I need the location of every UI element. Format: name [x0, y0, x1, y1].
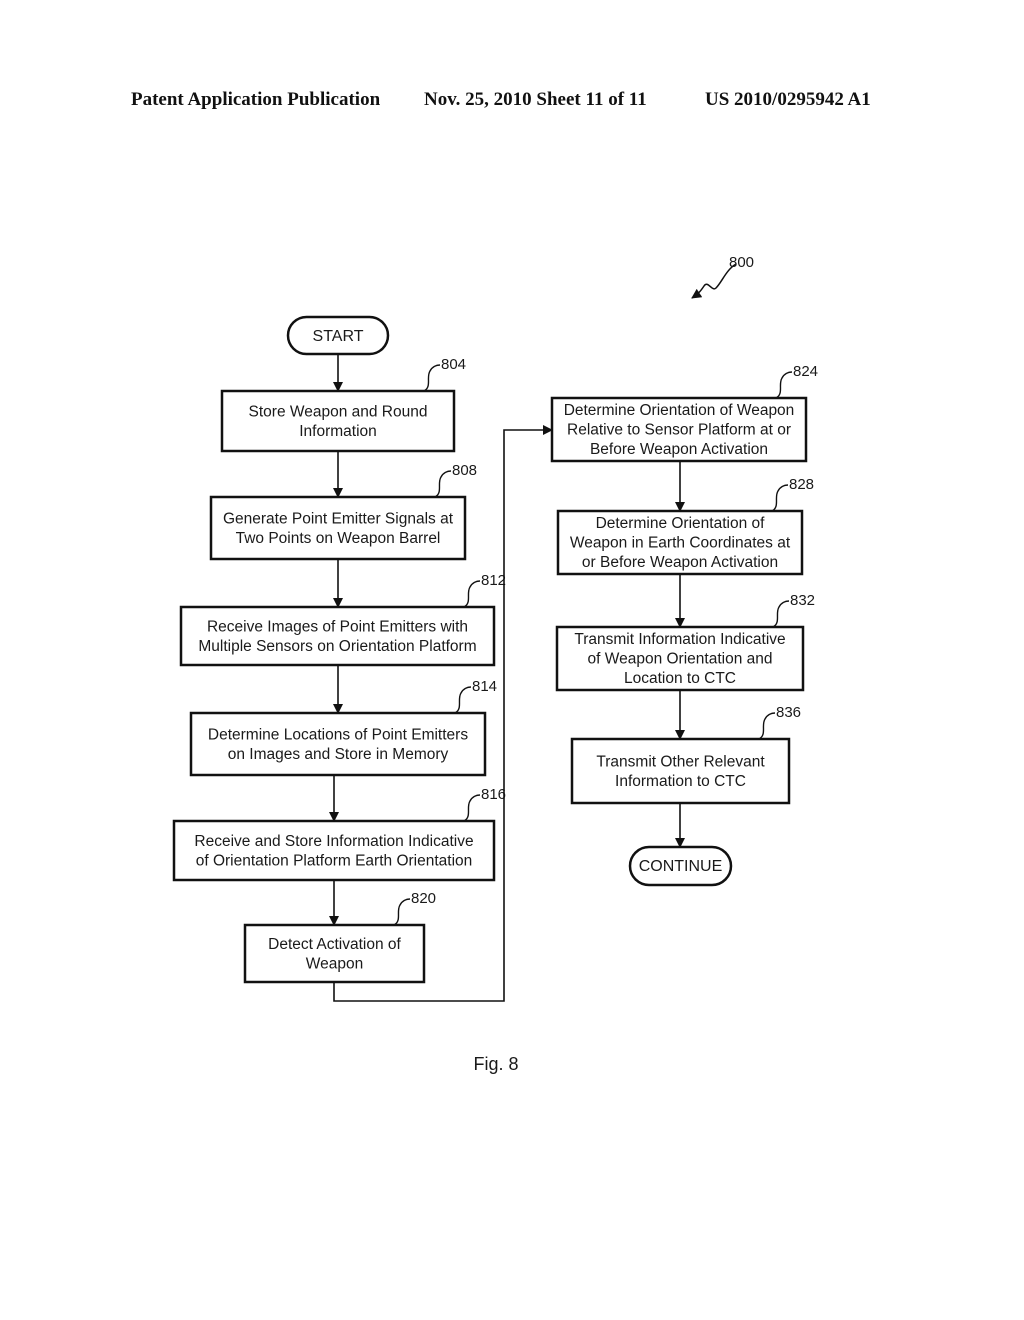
step-text-line: Information: [299, 423, 377, 440]
figure-caption: Fig. 8: [473, 1054, 518, 1074]
step-text-line: Determine Orientation of: [596, 515, 766, 532]
step-ref-number: 804: [441, 356, 466, 373]
step-text-line: Generate Point Emitter Signals at: [223, 510, 454, 527]
step-text-line: Before Weapon Activation: [590, 441, 768, 458]
step-text-line: Relative to Sensor Platform at or: [567, 422, 791, 439]
step-text-line: Receive and Store Information Indicative: [194, 833, 473, 850]
step-box: [172, 819, 496, 882]
step-ref-number: 816: [481, 786, 506, 803]
flowchart: 800 START Store Weapon and Round Informat…: [172, 254, 818, 1074]
step-text-line: Location to CTC: [624, 670, 736, 687]
start-label: START: [313, 328, 364, 345]
step-ref-number: 812: [481, 572, 506, 589]
step-text-line: Transmit Information Indicative: [574, 631, 785, 648]
step-812: Receive Images of Point Emitters with Mul…: [179, 572, 506, 667]
step-ref-number: 832: [790, 592, 815, 609]
ref-leader-line: [772, 600, 790, 628]
step-text-line: of Weapon Orientation and: [588, 651, 773, 668]
step-828: Determine Orientation of Weapon in Earth …: [556, 476, 814, 576]
step-text-line: Receive Images of Point Emitters with: [207, 618, 468, 635]
step-box: [179, 605, 496, 667]
step-text-line: Transmit Other Relevant: [596, 753, 765, 770]
ref-leader-line: [454, 686, 472, 714]
ref-leader-line: [463, 794, 481, 822]
ref-leader-line: [775, 371, 793, 399]
step-box: [243, 923, 426, 984]
step-text-line: Weapon in Earth Coordinates at: [570, 535, 791, 552]
step-836: Transmit Other Relevant Information to CT…: [570, 704, 801, 805]
step-ref-number: 820: [411, 890, 436, 907]
ref-leader-line: [771, 484, 789, 512]
figure-ref-label: 800: [729, 254, 754, 271]
step-816: Receive and Store Information Indicative…: [172, 786, 506, 882]
step-text-line: Multiple Sensors on Orientation Platform: [198, 638, 476, 655]
step-text-line: of Orientation Platform Earth Orientatio…: [196, 852, 473, 869]
step-ref-number: 836: [776, 704, 801, 721]
step-text-line: Information to CTC: [615, 773, 746, 790]
step-box: [570, 737, 791, 805]
ref-leader-line: [393, 898, 411, 926]
step-text-line: Two Points on Weapon Barrel: [236, 530, 441, 547]
step-824: Determine Orientation of Weapon Relative …: [550, 363, 818, 463]
step-ref-number: 808: [452, 462, 477, 479]
step-ref-number: 824: [793, 363, 818, 380]
step-text-line: or Before Weapon Activation: [582, 554, 778, 571]
ref-leader-line: [463, 580, 481, 608]
start-terminal: START: [286, 315, 390, 356]
continue-terminal: CONTINUE: [628, 845, 733, 887]
ref-leader-line: [434, 470, 452, 498]
step-text-line: on Images and Store in Memory: [228, 746, 449, 763]
step-box: [189, 711, 487, 777]
step-text-line: Store Weapon and Round: [249, 403, 428, 420]
figure-ref-800: 800: [691, 254, 754, 299]
step-box: [220, 389, 456, 453]
continue-label: CONTINUE: [639, 858, 723, 875]
step-832: Transmit Information Indicative of Weapon…: [555, 592, 815, 692]
step-820: Detect Activation of Weapon 820: [243, 890, 436, 984]
ref-leader-line: [758, 712, 776, 740]
step-808: Generate Point Emitter Signals at Two Poi…: [209, 462, 477, 561]
step-text-line: Detect Activation of: [268, 936, 401, 953]
step-ref-number: 814: [472, 678, 497, 695]
step-804: Store Weapon and Round Information 804: [220, 356, 466, 453]
step-text-line: Weapon: [306, 955, 363, 972]
step-text-line: Determine Locations of Point Emitters: [208, 726, 468, 743]
step-ref-number: 828: [789, 476, 814, 493]
ref-leader-line: [423, 364, 441, 392]
step-814: Determine Locations of Point Emitters on …: [189, 678, 497, 777]
step-box: [209, 495, 467, 561]
step-text-line: Determine Orientation of Weapon: [564, 402, 795, 419]
